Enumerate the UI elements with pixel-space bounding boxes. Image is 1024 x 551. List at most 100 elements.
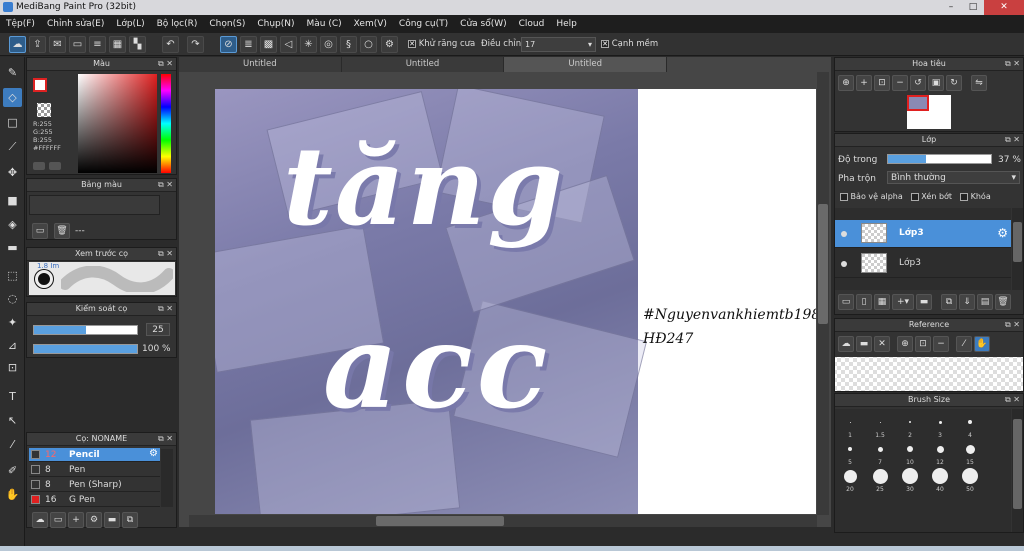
tab-untitled-3[interactable]: Untitled xyxy=(504,57,668,72)
duplicate-brush-icon[interactable]: ⧉ xyxy=(122,512,138,528)
new-brush-icon[interactable]: ▭ xyxy=(50,512,66,528)
zoom-icon[interactable]: ⊕ xyxy=(838,75,854,91)
vertical-scrollbar[interactable] xyxy=(817,72,829,515)
tab-untitled-1[interactable]: Untitled xyxy=(179,57,342,72)
menu-edit[interactable]: Chỉnh sửa(E) xyxy=(41,19,110,29)
menu-layer[interactable]: Lớp(L) xyxy=(110,19,150,29)
text-tool-icon[interactable]: T xyxy=(3,387,22,406)
new-palette-icon[interactable]: ▭ xyxy=(32,223,48,239)
move-tool-icon[interactable]: ✥ xyxy=(3,163,22,182)
select-eraser-icon[interactable]: ⊡ xyxy=(3,358,22,377)
gear-icon[interactable]: ⚙ xyxy=(997,226,1008,240)
curve-snap-icon[interactable]: § xyxy=(340,36,357,53)
menu-snap[interactable]: Chụp(N) xyxy=(251,19,300,29)
brush-size-dot[interactable] xyxy=(843,469,857,483)
new-file-icon[interactable]: ▭ xyxy=(69,36,86,53)
soft-edge-checkbox[interactable]: ✕ xyxy=(601,39,609,48)
gradient-tool-icon[interactable]: ▬ xyxy=(3,238,22,257)
blend-mode-select[interactable]: Bình thường ▾ xyxy=(887,171,1020,184)
select-tool-icon[interactable]: ⬚ xyxy=(3,266,22,285)
rectangle-tool-icon[interactable]: □ xyxy=(3,113,22,132)
menu-help[interactable]: Help xyxy=(550,19,583,29)
lock-checkbox[interactable] xyxy=(960,192,969,201)
horizontal-scrollbar[interactable] xyxy=(189,515,817,527)
brush-size-scrollbar[interactable] xyxy=(1012,409,1023,532)
brush-opacity-slider[interactable] xyxy=(33,344,138,354)
rotate-right-icon[interactable]: ↻ xyxy=(946,75,962,91)
comment-icon[interactable]: ✉ xyxy=(49,36,66,53)
brush-size-dot[interactable] xyxy=(962,468,978,484)
brush-size-dot[interactable] xyxy=(907,446,913,452)
layer-folder-icon[interactable]: ▬ xyxy=(916,294,932,310)
menu-file[interactable]: Tệp(F) xyxy=(0,19,41,29)
hand-icon[interactable]: ✋ xyxy=(974,336,990,352)
folder-icon[interactable]: ▬ xyxy=(104,512,120,528)
eraser-tool-icon[interactable]: ◇ xyxy=(3,88,22,107)
brush-size-dot[interactable] xyxy=(849,421,851,423)
hue-slider[interactable] xyxy=(161,74,171,173)
panel-controls-icon[interactable]: ⧉ ✕ xyxy=(1005,134,1020,146)
undo-icon[interactable]: ↶ xyxy=(162,36,179,53)
navigator-preview[interactable] xyxy=(907,95,951,129)
eyedropper-icon[interactable]: ⁄ xyxy=(956,336,972,352)
antialias-checkbox[interactable]: ✕ xyxy=(408,39,416,48)
foreground-color-swatch[interactable] xyxy=(33,78,47,92)
horizontal-scroll-thumb[interactable] xyxy=(376,516,504,526)
menu-select[interactable]: Chọn(S) xyxy=(203,19,251,29)
brush-size-dot[interactable] xyxy=(968,420,972,424)
maximize-button[interactable]: □ xyxy=(962,0,984,15)
brush-list-scrollbar[interactable] xyxy=(161,449,173,507)
delete-palette-icon[interactable]: 🗑 xyxy=(54,223,70,239)
gear-icon[interactable]: ⚙ xyxy=(149,448,158,459)
panel-controls-icon[interactable]: ⧉ ✕ xyxy=(158,179,173,191)
redo-icon[interactable]: ↷ xyxy=(187,36,204,53)
fit-icon[interactable]: ⊡ xyxy=(874,75,890,91)
brush-list-item[interactable]: 8 Pen (Sharp) xyxy=(29,478,160,492)
upload-icon[interactable]: ⇪ xyxy=(29,36,46,53)
magic-wand-icon[interactable]: ✦ xyxy=(3,313,22,332)
document-icon[interactable]: ≡ xyxy=(89,36,106,53)
brush-size-dot[interactable] xyxy=(877,446,883,452)
eyedropper-icon[interactable]: ⁄ xyxy=(3,435,22,454)
panel-controls-icon[interactable]: ⧉ ✕ xyxy=(158,303,173,315)
lasso-tool-icon[interactable]: ◌ xyxy=(3,289,22,308)
perspective-snap-icon[interactable]: ◁ xyxy=(280,36,297,53)
visibility-icon[interactable] xyxy=(841,261,847,267)
menu-tools[interactable]: Công cụ(T) xyxy=(393,19,454,29)
panel-controls-icon[interactable]: ⧉ ✕ xyxy=(158,58,173,70)
brush-list-item[interactable]: 8 Pen xyxy=(29,463,160,477)
menu-color[interactable]: Màu (C) xyxy=(301,19,348,29)
brush-size-dot[interactable] xyxy=(902,468,918,484)
dropper-pen-icon[interactable]: ✐ xyxy=(3,461,22,480)
cloud-icon[interactable]: ☁ xyxy=(9,36,26,53)
layer-settings-icon[interactable]: ▤ xyxy=(977,294,993,310)
brush-size-dot[interactable] xyxy=(909,421,911,423)
brush-size-dot[interactable] xyxy=(848,447,852,451)
select-pen-icon[interactable]: ⊿ xyxy=(3,336,22,355)
saturation-value-picker[interactable] xyxy=(78,74,157,173)
brush-size-value[interactable]: 25 xyxy=(146,323,170,336)
document-canvas[interactable]: tăng acc #Nguyenvankhiemtb1983 HĐ247 xyxy=(215,89,816,514)
zoom-icon[interactable]: ⊕ xyxy=(897,336,913,352)
background-color-swatch[interactable] xyxy=(37,103,51,117)
cloud-brush-icon[interactable]: ☁ xyxy=(32,512,48,528)
brush-size-dot[interactable] xyxy=(872,468,888,484)
color-tool-icon[interactable] xyxy=(33,162,45,170)
fill-rect-tool-icon[interactable]: ■ xyxy=(3,191,22,210)
snap-off-icon[interactable]: ⊘ xyxy=(220,36,237,53)
menu-view[interactable]: Xem(V) xyxy=(348,19,393,29)
protect-alpha-checkbox[interactable] xyxy=(840,192,848,201)
add-layer-dropdown-icon[interactable]: +▾ xyxy=(892,294,914,310)
zoom-in-icon[interactable]: + xyxy=(856,75,872,91)
parallel-snap-icon[interactable]: ≣ xyxy=(240,36,257,53)
layer-row[interactable]: Lớp3 xyxy=(835,250,1011,278)
fit-icon[interactable]: ⊡ xyxy=(915,336,931,352)
tab-untitled-2[interactable]: Untitled xyxy=(342,57,505,72)
menu-filter[interactable]: Bộ lọc(R) xyxy=(151,19,204,29)
layer-row[interactable]: Lớp3 ⚙ xyxy=(835,220,1011,248)
close-button[interactable]: ✕ xyxy=(984,0,1024,15)
new-layer-2-icon[interactable]: ▯ xyxy=(856,294,872,310)
menu-window[interactable]: Cửa sổ(W) xyxy=(454,19,512,29)
operation-tool-icon[interactable]: ↖ xyxy=(3,411,22,430)
open-folder-icon[interactable]: ▬ xyxy=(856,336,872,352)
